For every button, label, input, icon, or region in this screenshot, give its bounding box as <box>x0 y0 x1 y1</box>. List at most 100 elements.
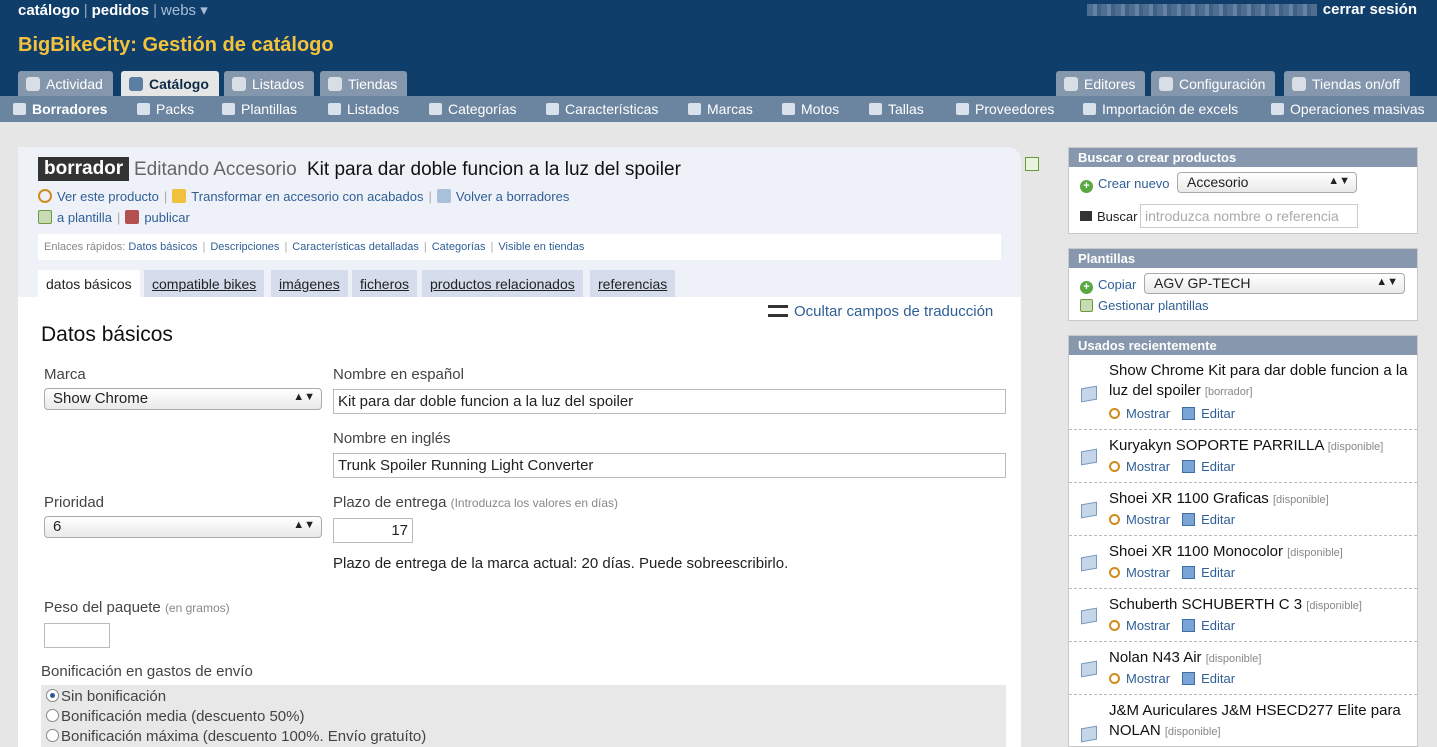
subnav-plantillas[interactable]: Plantillas <box>222 101 297 117</box>
subnav-marcas[interactable]: Marcas <box>688 101 753 117</box>
quick-link-categorias[interactable]: Categorías <box>432 241 486 253</box>
tab-datos-basicos[interactable]: datos básicos <box>38 270 140 297</box>
subnav-importacion-excels[interactable]: Importación de excels <box>1083 101 1238 117</box>
bonif-option-none[interactable]: Sin bonificación <box>46 688 166 705</box>
subnav-motos[interactable]: Motos <box>782 101 839 117</box>
create-new[interactable]: + Crear nuevo <box>1080 176 1170 193</box>
nombre-en-field[interactable]: Trunk Spoiler Running Light Converter <box>333 453 1006 478</box>
bonif-option-max[interactable]: Bonificación máxima (descuento 100%. Env… <box>46 728 426 745</box>
subnav-categorias[interactable]: Categorías <box>429 101 516 117</box>
tab-actividad[interactable]: Actividad <box>18 71 113 96</box>
template-select[interactable]: AGV GP-TECH ▲▼ <box>1144 273 1405 294</box>
expand-icon[interactable] <box>1025 157 1039 171</box>
search-input[interactable]: introduzca nombre o referencia <box>1140 204 1358 228</box>
copy-template[interactable]: + Copiar <box>1080 277 1136 294</box>
radio-button[interactable] <box>46 689 59 702</box>
prioridad-select[interactable]: 6 ▲▼ <box>44 516 322 538</box>
search-panel: Buscar o crear productos + Crear nuevo Ac… <box>1068 147 1418 234</box>
recent-item-title: Kuryakyn SOPORTE PARRILLA [disponible] <box>1109 437 1384 454</box>
show-link[interactable]: Mostrar <box>1126 618 1170 633</box>
tag-icon <box>688 103 701 115</box>
nombre-es-field[interactable]: Kit para dar doble funcion a la luz del … <box>333 389 1006 414</box>
edit-link[interactable]: Editar <box>1201 565 1235 580</box>
translate-icon <box>768 305 788 317</box>
tab-ficheros[interactable]: ficheros <box>352 270 418 297</box>
edit-link[interactable]: Editar <box>1201 459 1235 474</box>
edit-link[interactable]: Editar <box>1201 618 1235 633</box>
subnav-operaciones-masivas[interactable]: Operaciones masivas <box>1271 101 1425 117</box>
tab-imagenes[interactable]: imágenes <box>271 270 348 297</box>
recent-item-title: Schuberth SCHUBERTH C 3 [disponible] <box>1109 596 1362 613</box>
quick-link-descripciones[interactable]: Descripciones <box>210 241 279 253</box>
radio-button[interactable] <box>46 729 59 742</box>
subnav-caracteristicas[interactable]: Características <box>546 101 658 117</box>
spreadsheet-icon <box>1083 103 1096 115</box>
peso-field[interactable] <box>44 623 110 648</box>
show-link[interactable]: Mostrar <box>1126 671 1170 686</box>
edit-icon <box>1182 566 1196 579</box>
show-link[interactable]: Mostrar <box>1126 406 1170 421</box>
tab-compatible-bikes[interactable]: compatible bikes <box>144 270 265 297</box>
list-item: Shoei XR 1100 Graficas [disponible] Most… <box>1069 483 1417 536</box>
templates-icon <box>222 103 235 115</box>
subnav-proveedores[interactable]: Proveedores <box>956 101 1054 117</box>
list-item: Kuryakyn SOPORTE PARRILLA [disponible] M… <box>1069 430 1417 483</box>
nav-webs-dropdown[interactable]: webs ▾ <box>161 2 208 19</box>
magnifier-icon <box>38 189 52 203</box>
tab-tiendas-onoff[interactable]: Tiendas on/off <box>1284 71 1410 96</box>
show-link[interactable]: Mostrar <box>1126 459 1170 474</box>
logout-link[interactable]: cerrar sesión <box>1323 1 1417 18</box>
quick-links: Enlaces rápidos: Datos básicos | Descripci… <box>38 234 1001 260</box>
edit-link[interactable]: Editar <box>1201 406 1235 421</box>
marca-select[interactable]: Show Chrome ▲▼ <box>44 388 322 410</box>
show-link[interactable]: Mostrar <box>1126 565 1170 580</box>
quick-link-caracteristicas[interactable]: Características detalladas <box>292 241 419 253</box>
plus-icon: + <box>1080 281 1093 294</box>
templates-panel-title: Plantillas <box>1069 249 1417 268</box>
chevron-updown-icon: ▲▼ <box>1376 276 1398 288</box>
subnav-packs[interactable]: Packs <box>137 101 194 117</box>
nav-pedidos-link[interactable]: pedidos <box>92 2 150 19</box>
chevron-updown-icon: ▲▼ <box>1328 175 1350 187</box>
tab-productos-relacionados[interactable]: productos relacionados <box>422 270 583 297</box>
subnav-listados[interactable]: Listados <box>328 101 399 117</box>
product-type-select[interactable]: Accesorio ▲▼ <box>1177 172 1357 193</box>
radio-button[interactable] <box>46 709 59 722</box>
tab-editores[interactable]: Editores <box>1056 71 1146 96</box>
template-icon <box>38 210 52 224</box>
edit-link[interactable]: Editar <box>1201 671 1235 686</box>
tab-catalogo[interactable]: Catálogo <box>121 71 219 96</box>
resize-icon <box>869 103 882 115</box>
publish-link[interactable]: publicar <box>144 210 190 225</box>
to-template-link[interactable]: a plantilla <box>57 210 112 225</box>
product-header: borrador Editando Accesorio Kit para dar… <box>18 147 1039 297</box>
quick-link-visible[interactable]: Visible en tiendas <box>498 241 584 253</box>
tab-referencias[interactable]: referencias <box>590 270 676 297</box>
quick-link-datos[interactable]: Datos básicos <box>128 241 197 253</box>
tab-tiendas[interactable]: Tiendas <box>320 71 408 96</box>
power-icon <box>1292 77 1306 91</box>
tab-listados[interactable]: Listados <box>224 71 315 96</box>
back-to-drafts-link[interactable]: Volver a borradores <box>456 189 569 204</box>
subnav-tallas[interactable]: Tallas <box>869 101 924 117</box>
plazo-field[interactable]: 17 <box>333 518 413 543</box>
show-link[interactable]: Mostrar <box>1126 512 1170 527</box>
magnifier-icon <box>1109 673 1120 684</box>
templates-panel: Plantillas + Copiar AGV GP-TECH ▲▼ Gestion… <box>1068 248 1418 321</box>
sub-nav: Borradores Packs Plantillas Listados Cat… <box>0 96 1437 122</box>
edit-link[interactable]: Editar <box>1201 512 1235 527</box>
list-item: Shoei XR 1100 Monocolor [disponible] Mos… <box>1069 536 1417 589</box>
tab-configuracion[interactable]: Configuración <box>1151 71 1276 96</box>
edit-icon <box>1182 460 1196 473</box>
recent-item-links: Mostrar Editar <box>1109 671 1235 686</box>
hide-translation-link[interactable]: Ocultar campos de traducción <box>768 303 993 320</box>
transform-link[interactable]: Transformar en accesorio con acabados <box>191 189 423 204</box>
subnav-borradores[interactable]: Borradores <box>13 101 107 117</box>
view-product-link[interactable]: Ver este producto <box>57 189 159 204</box>
manage-templates[interactable]: Gestionar plantillas <box>1080 298 1209 313</box>
nav-catalogo-link[interactable]: catálogo <box>18 2 80 19</box>
edit-icon <box>1182 619 1196 632</box>
redacted-user-name <box>1086 4 1317 17</box>
magnifier-icon <box>1109 408 1120 419</box>
bonif-option-medium[interactable]: Bonificación media (descuento 50%) <box>46 708 304 725</box>
